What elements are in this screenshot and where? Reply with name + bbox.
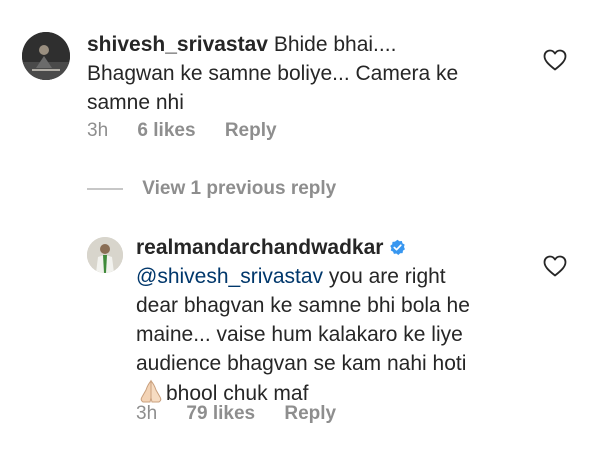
comment-meta: 3h 79 likes Reply xyxy=(136,403,360,425)
likes-count[interactable]: 6 likes xyxy=(137,120,195,141)
heart-icon[interactable] xyxy=(543,49,567,71)
user-avatar-icon xyxy=(87,237,123,273)
comment-username[interactable]: realmandarchandwadkar xyxy=(136,236,383,259)
comment-text-line: Bhagwan ke samne boliye... Camera ke xyxy=(87,62,459,85)
comment-text-line: maine... vaise hum kalakaro ke liye xyxy=(136,323,463,346)
comment-time: 3h xyxy=(136,403,158,424)
comment-username[interactable]: shivesh_srivastav xyxy=(87,33,268,56)
heart-icon[interactable] xyxy=(543,255,567,277)
replies-divider xyxy=(87,187,123,190)
comment-text-line: samne nhi xyxy=(87,91,184,114)
user-avatar-icon xyxy=(22,32,70,80)
reply-body: realmandarchandwadkar @shivesh_srivastav… xyxy=(136,233,470,408)
verified-badge-icon xyxy=(390,239,406,255)
view-previous-replies[interactable]: View 1 previous reply xyxy=(87,178,336,200)
comment-text-line: audience bhagvan se kam nahi hoti xyxy=(136,352,467,375)
folded-hands-emoji-icon xyxy=(140,379,162,403)
reply-button[interactable]: Reply xyxy=(284,403,336,424)
view-replies-label: View 1 previous reply xyxy=(142,178,337,199)
reply-button[interactable]: Reply xyxy=(225,120,277,141)
comment-text-line: dear bhagvan ke samne bhi bola he xyxy=(136,294,470,317)
mention-link[interactable]: @shivesh_srivastav xyxy=(136,265,323,288)
comment-text-line: bhool chuk maf xyxy=(166,382,309,405)
avatar[interactable] xyxy=(87,237,123,273)
likes-count[interactable]: 79 likes xyxy=(186,403,255,424)
avatar[interactable] xyxy=(22,32,70,80)
comment-time: 3h xyxy=(87,120,109,141)
comment-text-line: Bhide bhai.... xyxy=(273,33,397,56)
comments-panel: shivesh_srivastav Bhide bhai.... Bhagwan… xyxy=(0,0,600,450)
comment-meta: 3h 6 likes Reply xyxy=(87,120,301,142)
comment-text-line: you are right xyxy=(328,265,446,288)
comment-body: shivesh_srivastav Bhide bhai.... Bhagwan… xyxy=(87,30,458,117)
